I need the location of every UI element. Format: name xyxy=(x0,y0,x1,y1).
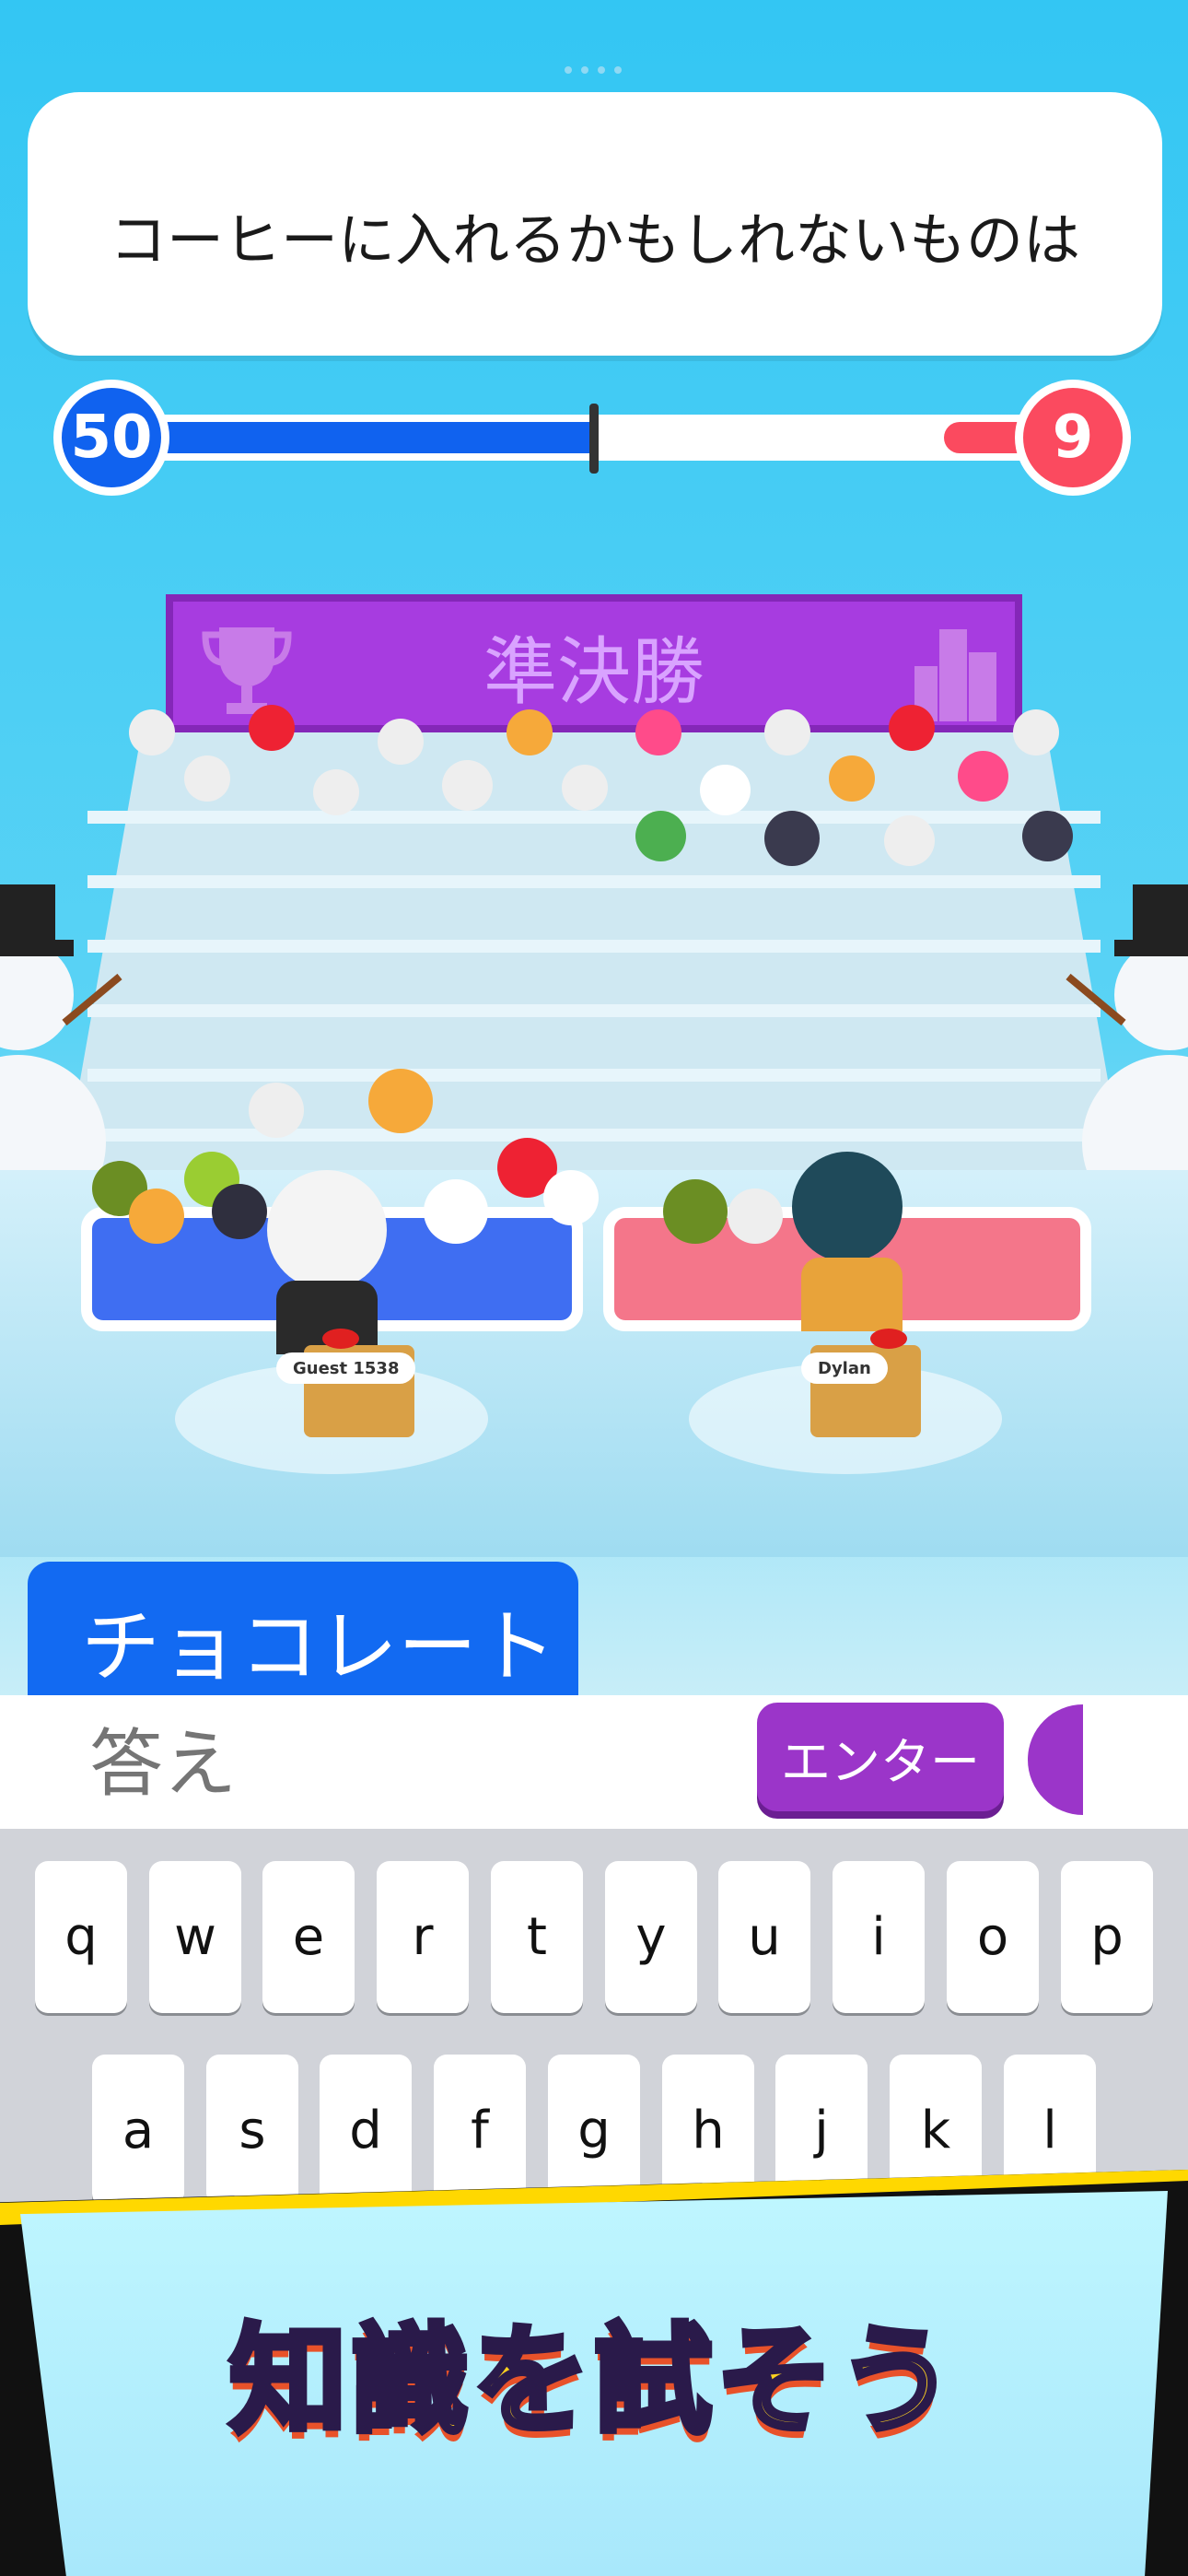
stand-step xyxy=(87,811,1101,824)
city-icon xyxy=(914,629,996,721)
team-member xyxy=(212,1184,267,1239)
hint-button[interactable] xyxy=(1028,1704,1083,1815)
stand-step xyxy=(87,875,1101,888)
spectator xyxy=(700,765,751,815)
drag-handle xyxy=(565,66,623,76)
enter-button[interactable]: エンター xyxy=(757,1703,1004,1811)
stand-step xyxy=(87,940,1101,953)
key-i[interactable]: i xyxy=(833,1861,925,2013)
key-o[interactable]: o xyxy=(947,1861,1039,2013)
round-title: 準決勝 xyxy=(483,629,705,715)
key-t[interactable]: t xyxy=(491,1861,583,2013)
player-guest xyxy=(267,1170,387,1290)
score-badge-blue: 50 xyxy=(53,380,169,496)
spectator xyxy=(958,751,1008,802)
team-member xyxy=(543,1170,599,1225)
answer-input-row: エンター xyxy=(0,1695,1188,1829)
score-progress-marker xyxy=(589,404,599,474)
spectator xyxy=(1013,709,1059,755)
player-nameplate-guest: Guest 1538 xyxy=(276,1352,416,1384)
stand-step xyxy=(87,1069,1101,1082)
key-a[interactable]: a xyxy=(92,2055,184,2207)
question-card: コーヒーに入れるかもしれないものは xyxy=(28,92,1162,356)
key-f[interactable]: f xyxy=(434,2055,526,2207)
spectator xyxy=(249,705,295,751)
stand-step xyxy=(87,1129,1101,1142)
key-p[interactable]: p xyxy=(1061,1861,1153,2013)
spectator xyxy=(635,709,681,755)
answer-input[interactable] xyxy=(87,1712,736,1815)
spectator xyxy=(635,811,686,861)
key-r[interactable]: r xyxy=(377,1861,469,2013)
spectator xyxy=(829,755,875,802)
answer-tab-label: チョコレート xyxy=(81,1601,556,1693)
question-text: コーヒーに入れるかもしれないものは xyxy=(109,206,1080,274)
key-w[interactable]: w xyxy=(149,1861,241,2013)
key-y[interactable]: y xyxy=(605,1861,697,2013)
team-member xyxy=(424,1179,488,1244)
team-member xyxy=(368,1069,433,1133)
score-badge-red: 9 xyxy=(1015,380,1131,496)
team-member xyxy=(728,1188,783,1244)
spectator xyxy=(884,815,935,866)
player-dylan-body xyxy=(801,1258,903,1331)
buzzer-dylan xyxy=(870,1329,907,1349)
spectator xyxy=(507,709,553,755)
promo-text: 知識を試そう xyxy=(227,2310,959,2453)
key-s[interactable]: s xyxy=(206,2055,298,2207)
player-nameplate-dylan: Dylan xyxy=(801,1352,888,1384)
key-e[interactable]: e xyxy=(262,1861,355,2013)
spectator xyxy=(129,709,175,755)
spectator xyxy=(889,705,935,751)
stand-step xyxy=(87,1004,1101,1017)
spectator xyxy=(442,760,493,811)
answer-tab[interactable]: チョコレート xyxy=(28,1562,578,1695)
spectator xyxy=(313,769,359,815)
buzzer-guest xyxy=(322,1329,359,1349)
spectator xyxy=(764,811,820,866)
player-dylan xyxy=(792,1152,903,1262)
team-member xyxy=(129,1188,184,1244)
key-g[interactable]: g xyxy=(548,2055,640,2207)
spectator xyxy=(764,709,810,755)
spectator xyxy=(184,755,230,802)
spectator xyxy=(1022,811,1073,861)
team-member xyxy=(249,1083,304,1138)
key-d[interactable]: d xyxy=(320,2055,412,2207)
key-u[interactable]: u xyxy=(718,1861,810,2013)
spectator xyxy=(562,765,608,811)
key-q[interactable]: q xyxy=(35,1861,127,2013)
spectator xyxy=(378,719,424,765)
team-member xyxy=(663,1179,728,1244)
